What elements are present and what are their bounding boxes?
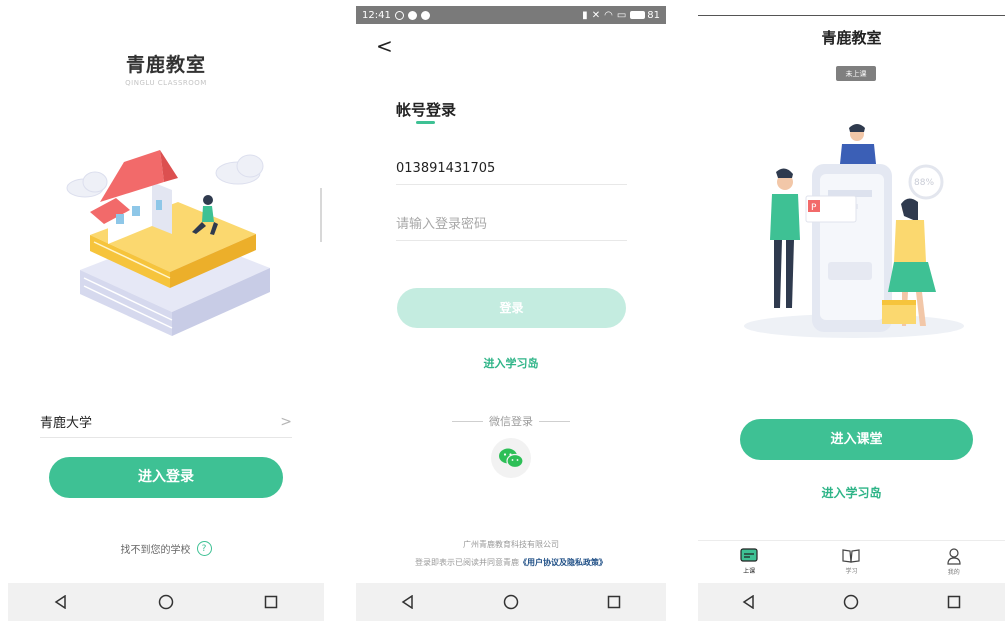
recents-square-icon [947, 595, 961, 609]
question-icon[interactable]: ? [196, 541, 212, 556]
house-on-books-illustration [66, 150, 270, 336]
classroom-home-screen: 青鹿教室 未上课 88% P 进入课堂 进入学习岛 上课 学习 我的 [698, 0, 1005, 621]
wechat-login-label: 微信登录 [489, 415, 533, 428]
recents-square-icon [608, 595, 621, 609]
tab-label: 上课 [743, 568, 756, 575]
cast-icon: ▭ [616, 9, 627, 21]
nav-back-button[interactable] [41, 583, 81, 621]
wifi-icon: ◠ [604, 9, 613, 21]
page-title: 帐号登录 [396, 101, 457, 119]
divider-line [539, 420, 570, 422]
password-input[interactable] [396, 209, 627, 241]
battery-indicator: 81 [630, 10, 660, 21]
back-triangle-icon [742, 595, 754, 609]
help-text[interactable]: 找不到您的学校 [121, 541, 191, 556]
recents-square-icon [265, 595, 278, 609]
agreement-prefix: 登录即表示已阅读并同意青鹿 [415, 558, 519, 567]
nav-back-button[interactable] [729, 583, 769, 621]
tab-label: 学习 [845, 568, 858, 575]
enter-login-button[interactable]: 进入登录 [49, 457, 283, 498]
message-icon [407, 10, 417, 20]
back-chevron-icon[interactable]: < [376, 36, 393, 56]
tab-mine[interactable]: 我的 [924, 547, 984, 576]
login-button[interactable]: 登录 [397, 288, 626, 328]
app-title: 青鹿教室 [125, 54, 206, 76]
account-login-screen: 12:41 ▮ ✕ ◠ ▭ 81 < 帐号登录 登录 进入学习岛 [356, 0, 666, 621]
home-circle-icon [844, 594, 859, 610]
school-select-screen: 青鹿教室 QINGLU CLASSROOM 青鹿大学 > 进入登录 找不到您的学… [8, 0, 324, 621]
enter-classroom-button[interactable]: 进入课堂 [740, 419, 973, 460]
study-island-link[interactable]: 进入学习岛 [356, 355, 666, 371]
agreement-text: 登录即表示已阅读并同意青鹿《用户协议及隐私政策》 [356, 557, 666, 568]
alarm-icon [394, 10, 404, 20]
status-time: 12:41 [362, 9, 391, 21]
school-name: 青鹿大学 [40, 416, 93, 431]
nav-home-button[interactable] [146, 583, 186, 621]
help-row[interactable]: 找不到您的学校 ? [8, 541, 324, 556]
nav-back-button[interactable] [388, 583, 428, 621]
status-bar: 12:41 ▮ ✕ ◠ ▭ 81 [356, 6, 666, 24]
nav-recents-button[interactable] [594, 583, 634, 621]
book-icon [842, 549, 861, 563]
home-circle-icon [158, 594, 174, 610]
company-name: 广州青鹿教育科技有限公司 [463, 540, 559, 549]
classroom-people-illustration: 88% P [744, 124, 964, 338]
wechat-login-divider: 微信登录 [452, 413, 570, 429]
wechat-login-button[interactable] [491, 438, 531, 478]
classroom-icon [740, 548, 758, 562]
title-underline [416, 121, 435, 124]
back-triangle-icon [54, 595, 66, 609]
bottom-tab-bar: 上课 学习 我的 [698, 540, 1005, 582]
class-status-badge: 未上课 [836, 66, 876, 81]
percent-label: 88% [914, 178, 934, 188]
signal-icon: ▮ [582, 9, 588, 21]
system-nav-bar [698, 583, 1005, 621]
back-triangle-icon [401, 595, 413, 609]
system-nav-bar [8, 583, 324, 621]
app-subtitle: QINGLU CLASSROOM [125, 79, 207, 87]
divider-line [452, 420, 483, 422]
notification-icon [420, 10, 430, 20]
battery-level: 81 [647, 9, 660, 21]
scroll-indicator[interactable] [320, 188, 322, 242]
nav-home-button[interactable] [491, 583, 531, 621]
nav-home-button[interactable] [831, 583, 871, 621]
school-selector[interactable]: 青鹿大学 > [40, 406, 292, 438]
nav-recents-button[interactable] [934, 583, 974, 621]
account-input[interactable] [396, 153, 627, 185]
system-nav-bar [356, 583, 666, 621]
home-circle-icon [503, 594, 519, 610]
tab-study[interactable]: 学习 [821, 548, 881, 575]
tab-class[interactable]: 上课 [719, 548, 779, 575]
svg-text:P: P [811, 203, 817, 213]
screenshot-stage: 青鹿教室 QINGLU CLASSROOM 青鹿大学 > 进入登录 找不到您的学… [0, 0, 1005, 621]
nav-recents-button[interactable] [251, 583, 291, 621]
battery-icon [630, 11, 646, 19]
mute-icon: ✕ [591, 9, 601, 21]
tab-label: 我的 [947, 568, 960, 576]
top-divider [698, 15, 1005, 16]
agreement-link[interactable]: 《用户协议及隐私政策》 [519, 558, 607, 567]
study-island-link[interactable]: 进入学习岛 [698, 484, 1005, 501]
wechat-icon [499, 448, 524, 469]
page-title: 青鹿教室 [821, 29, 882, 47]
profile-icon [947, 547, 961, 565]
chevron-right-icon: > [280, 413, 292, 430]
